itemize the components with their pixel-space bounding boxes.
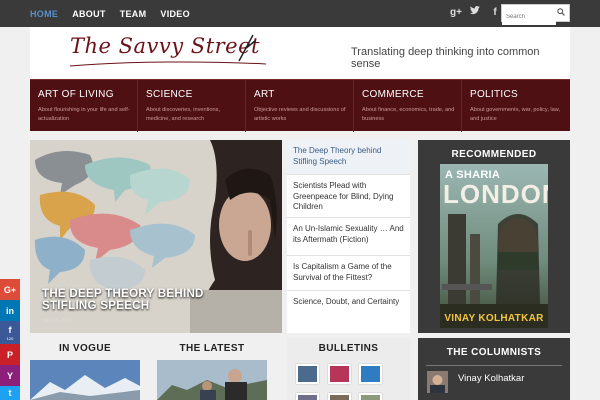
tagline: Translating deep thinking into common se… — [351, 46, 540, 70]
story-item[interactable]: An Un-Islamic Sexuality … And its Afterm… — [287, 218, 410, 256]
category-desc: Objective reviews and discussions of art… — [254, 107, 346, 122]
in-vogue-thumbnail — [30, 360, 140, 400]
share-linkedin[interactable]: in — [0, 300, 20, 321]
story-item[interactable]: Is Capitalism a Game of the Survival of … — [287, 256, 410, 291]
bulletin-thumbnail[interactable] — [359, 364, 382, 384]
google-plus-icon: G+ — [3, 284, 17, 295]
featured-article[interactable]: THE DEEP THEORY BEHIND STIFLING SPEECH J… — [30, 140, 282, 333]
twitter-icon[interactable] — [469, 6, 480, 18]
columnist-name[interactable]: Vinay Kolhatkar — [458, 373, 524, 384]
divider — [426, 365, 562, 366]
story-item[interactable]: Science, Doubt, and Certainty — [287, 291, 410, 317]
facebook-icon[interactable]: f — [490, 7, 500, 18]
category-desc: About flourishing in your life and self-… — [38, 107, 130, 122]
category-title: ART OF LIVING — [38, 89, 114, 100]
category-science[interactable]: SCIENCE About discoveries, inventions, m… — [138, 80, 246, 132]
nav-team[interactable]: TEAM — [120, 9, 147, 19]
share-twitter[interactable]: t — [0, 386, 20, 400]
category-desc: About governments, war, policy, law, and… — [470, 107, 561, 122]
search-box — [501, 4, 570, 25]
featured-title-line1: THE DEEP THEORY BEHIND — [42, 288, 204, 300]
in-vogue-image[interactable] — [30, 360, 140, 400]
featured-date: July 27, 2017 — [42, 318, 72, 324]
featured-title-line2: STIFLING SPEECH — [42, 300, 150, 312]
social-links: g+ f — [450, 6, 500, 18]
category-title: POLITICS — [470, 89, 518, 100]
site-logo[interactable]: The Savvy Street — [70, 34, 260, 58]
nav-home[interactable]: HOME — [30, 9, 58, 19]
latest-heading: THE LATEST — [179, 343, 245, 354]
bulletin-thumbnail[interactable] — [296, 393, 319, 400]
bulletin-thumbnail[interactable] — [328, 393, 351, 400]
category-title: ART — [254, 89, 275, 100]
category-desc: About finance, economics, trade, and bus… — [362, 107, 455, 122]
category-title: COMMERCE — [362, 89, 424, 100]
yahoo-icon: Y — [6, 370, 13, 381]
avatar[interactable] — [427, 371, 448, 393]
category-politics[interactable]: POLITICS About governments, war, policy,… — [462, 80, 570, 132]
category-commerce[interactable]: COMMERCE About finance, economics, trade… — [354, 80, 462, 132]
category-bar: ART OF LIVING About flourishing in your … — [30, 79, 570, 132]
top-nav: HOME ABOUT TEAM VIDEO — [30, 0, 204, 27]
linkedin-icon: in — [6, 305, 14, 316]
quill-icon — [238, 34, 256, 62]
category-art[interactable]: ART Objective reviews and discussions of… — [246, 80, 354, 132]
bulletin-thumbnail[interactable] — [359, 393, 382, 400]
nav-about[interactable]: ABOUT — [72, 9, 106, 19]
facebook-icon: f — [8, 324, 12, 335]
book-author: VINAY KOLHATKAR — [444, 313, 544, 324]
google-plus-icon[interactable]: g+ — [450, 7, 462, 18]
story-item[interactable]: Scientists Plead with Greenpeace for Bli… — [287, 175, 410, 218]
bulletins-panel: BULLETINS — [287, 338, 410, 400]
category-desc: About discoveries, inventions, medicine,… — [146, 107, 221, 122]
share-pinterest[interactable]: P — [0, 344, 20, 365]
bulletin-thumbnail[interactable] — [296, 364, 319, 384]
latest-thumbnail — [157, 360, 267, 400]
book-cover[interactable]: A SHARIA LONDON VINAY KOLHATKAR — [440, 164, 548, 328]
category-title: SCIENCE — [146, 89, 193, 100]
bulletins-heading: BULLETINS — [318, 343, 379, 354]
share-google-plus[interactable]: G+ — [0, 279, 20, 300]
share-count: 120 — [6, 335, 14, 341]
top-bar: HOME ABOUT TEAM VIDEO g+ f — [0, 0, 600, 27]
recommended-heading: RECOMMENDED — [451, 149, 537, 160]
search-input[interactable] — [502, 9, 556, 25]
share-yahoo[interactable]: Y — [0, 365, 20, 386]
nav-video[interactable]: VIDEO — [160, 9, 190, 19]
columnists-heading: THE COLUMNISTS — [446, 347, 542, 358]
pinterest-icon: P — [6, 349, 13, 360]
share-facebook[interactable]: f 120 — [0, 321, 20, 344]
recommended-panel: RECOMMENDED A SHARIA LONDON VINAY KOLHAT… — [418, 140, 570, 333]
in-vogue-heading: IN VOGUE — [58, 343, 112, 354]
search-icon[interactable] — [557, 8, 565, 16]
latest-image[interactable] — [157, 360, 267, 400]
bulletin-thumbnail[interactable] — [328, 364, 351, 384]
featured-title[interactable]: THE DEEP THEORY BEHIND STIFLING SPEECH — [42, 288, 204, 312]
story-list: The Deep Theory behind Stifling Speech S… — [287, 140, 410, 333]
story-item[interactable]: The Deep Theory behind Stifling Speech — [287, 140, 410, 175]
site-header: The Savvy Street Translating deep thinki… — [30, 27, 570, 79]
book-title-line2: LONDON — [443, 179, 548, 209]
category-art-of-living[interactable]: ART OF LIVING About flourishing in your … — [30, 80, 138, 132]
columnists-panel: THE COLUMNISTS Vinay Kolhatkar — [418, 338, 570, 400]
twitter-icon: t — [8, 388, 12, 398]
